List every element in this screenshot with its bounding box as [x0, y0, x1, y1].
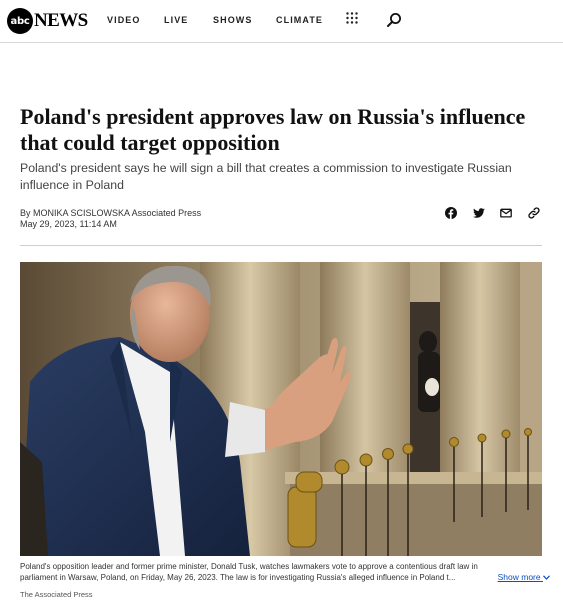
caption-line-1: Poland's opposition leader and former pr… [20, 562, 478, 571]
abc-logo-badge: abc [7, 8, 33, 34]
nav-live[interactable]: LIVE [164, 15, 188, 25]
nav-video[interactable]: VIDEO [107, 15, 141, 25]
caption-line-2-row: parliament in Warsaw, Poland, on Friday,… [20, 572, 550, 583]
email-icon[interactable] [500, 207, 512, 219]
photo-caption: Poland's opposition leader and former pr… [20, 561, 550, 583]
article-headline: Poland's president approves law on Russi… [20, 104, 526, 155]
chevron-down-icon [543, 575, 550, 580]
byline: By MONIKA SCISLOWSKA Associated Press [20, 207, 201, 219]
search-icon[interactable] [386, 12, 402, 28]
nav-shows[interactable]: SHOWS [213, 15, 253, 25]
caption-line-2: parliament in Warsaw, Poland, on Friday,… [20, 573, 456, 582]
article-deck: Poland's president says he will sign a b… [20, 161, 512, 192]
byline-prefix: By [20, 208, 31, 218]
agency-name: Associated Press [131, 208, 202, 218]
abc-news-logo[interactable]: abc NEWS [7, 8, 88, 34]
show-more-link[interactable]: Show more [498, 572, 550, 583]
author-name[interactable]: MONIKA SCISLOWSKA [33, 208, 130, 218]
photo-credit: The Associated Press [20, 590, 93, 599]
link-icon[interactable] [528, 207, 540, 219]
photo-illustration [20, 262, 542, 556]
top-nav: abc NEWS VIDEO LIVE SHOWS CLIMATE [0, 0, 563, 43]
header-divider [20, 245, 542, 246]
show-more-label: Show more [497, 572, 541, 582]
nav-climate[interactable]: CLIMATE [276, 15, 323, 25]
publish-date: May 29, 2023, 11:14 AM [20, 219, 117, 229]
lead-photo[interactable] [20, 262, 542, 556]
facebook-icon[interactable] [445, 207, 457, 219]
twitter-icon[interactable] [473, 207, 485, 219]
news-wordmark: NEWS [34, 10, 88, 31]
grid-icon[interactable] [346, 12, 358, 24]
